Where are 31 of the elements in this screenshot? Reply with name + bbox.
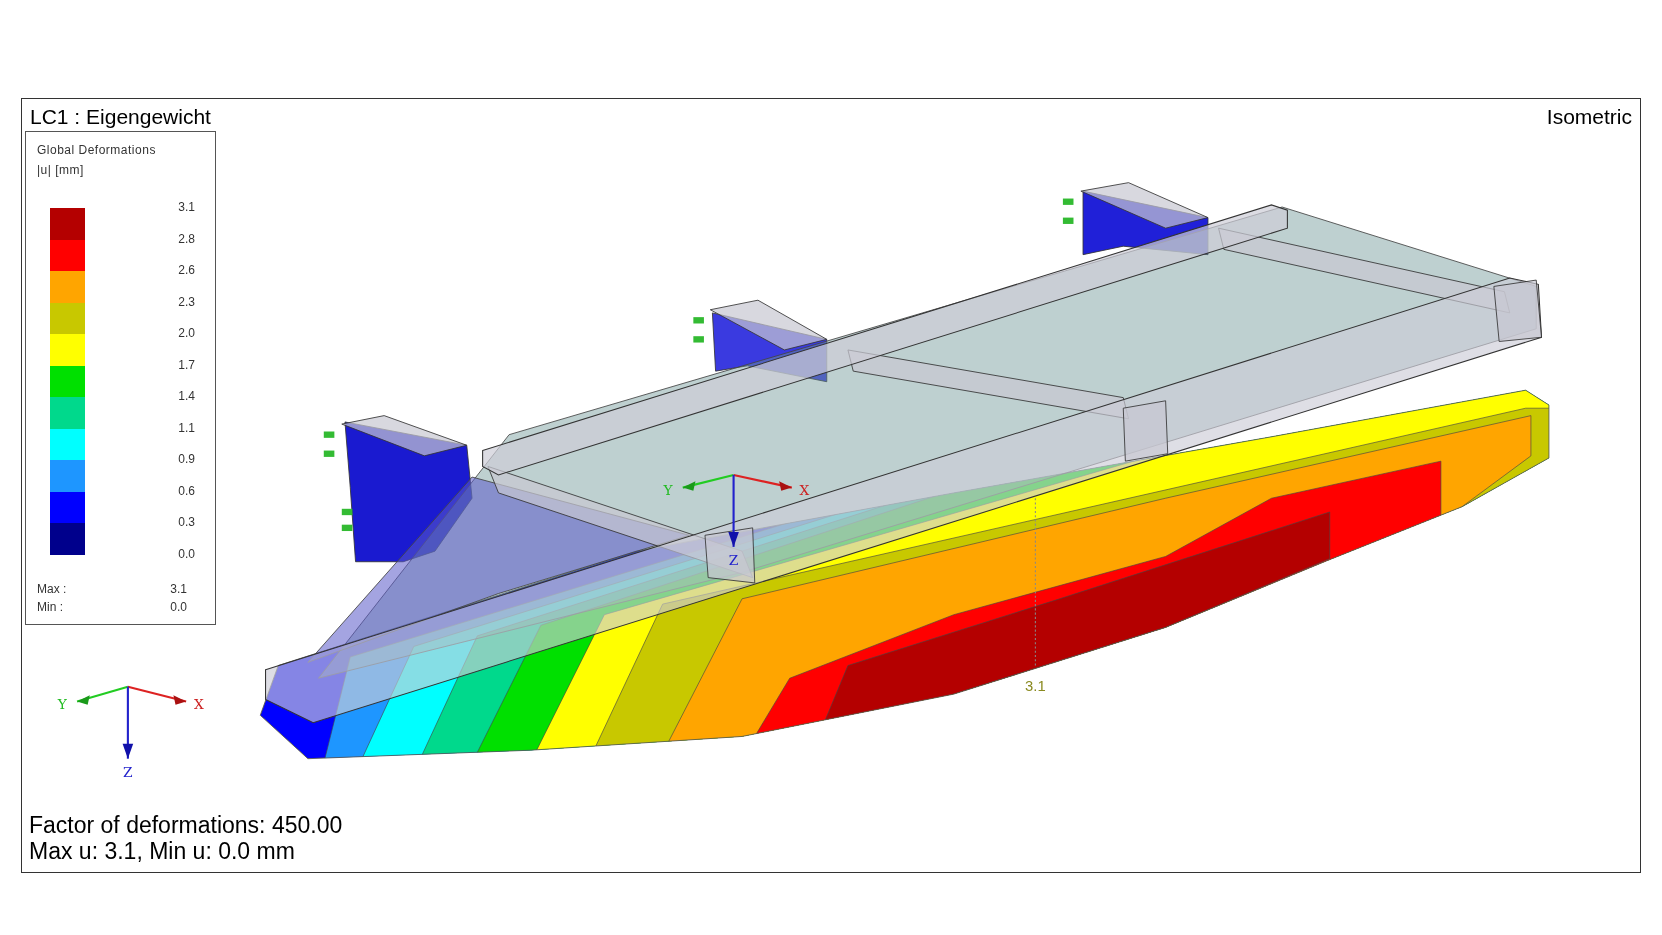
legend-value: 1.1: [177, 419, 195, 437]
legend-title: Global Deformations: [37, 142, 157, 159]
legend-value: 1.7: [177, 356, 195, 374]
orientation-axis-triad-icon: [76, 685, 187, 759]
min-label: Min :: [37, 599, 63, 617]
legend-value: 2.8: [177, 230, 195, 248]
max-value: 3.1: [170, 581, 187, 599]
max-label: Max :: [37, 581, 67, 599]
legend-value: 2.3: [177, 293, 195, 311]
legend-quantity: |u| [mm]: [37, 162, 85, 179]
legend-value: 2.6: [177, 262, 195, 280]
result-info-line: Factor of deformations: 450.00: [29, 812, 344, 838]
max-value-marker: 3.1: [1025, 677, 1046, 694]
result-info-line: Max u: 3.1, Min u: 0.0 mm: [29, 838, 296, 864]
axis-label: Z: [728, 551, 739, 568]
axis-label: X: [799, 482, 810, 499]
axis-label: X: [193, 695, 204, 712]
legend-value: 2.0: [177, 325, 195, 343]
projection-label: Isometric: [1546, 105, 1632, 129]
legend-value: 1.4: [177, 388, 195, 406]
min-value: 0.0: [170, 599, 187, 617]
model-axis-triad-icon: [682, 473, 793, 547]
legend-value: 0.9: [177, 451, 195, 469]
legend-value: 3.1: [177, 199, 195, 217]
legend-value: 0.0: [177, 545, 195, 563]
load-case-title: LC1 : Eigengewicht: [30, 105, 211, 129]
legend-value: 0.6: [177, 482, 195, 500]
axis-label: Z: [123, 763, 133, 780]
legend-value: 0.3: [177, 514, 195, 532]
axis-label: Y: [663, 482, 673, 499]
axis-label: Y: [57, 695, 67, 712]
